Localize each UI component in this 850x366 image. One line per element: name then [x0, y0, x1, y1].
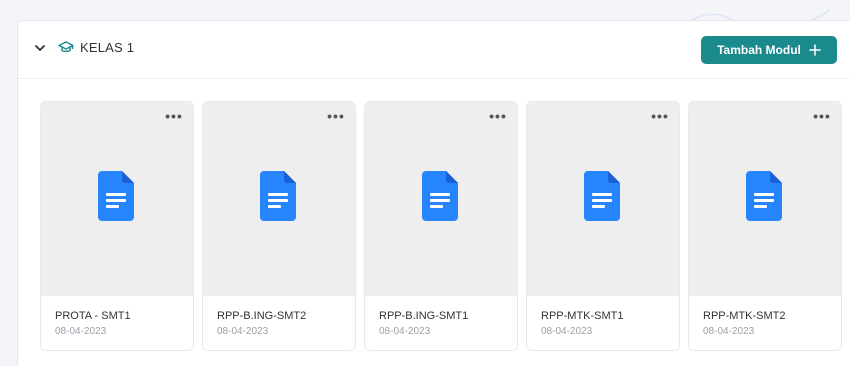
- chevron-down-icon[interactable]: [34, 42, 46, 54]
- google-docs-icon: [260, 171, 296, 221]
- google-docs-icon: [746, 171, 782, 221]
- module-card[interactable]: ••• RPP-B.ING-SMT1 08-04-2023: [364, 101, 518, 351]
- google-docs-icon: [98, 171, 134, 221]
- section-title: KELAS 1: [80, 40, 135, 55]
- module-name: RPP-B.ING-SMT1: [379, 310, 469, 322]
- more-options-icon[interactable]: •••: [813, 109, 831, 123]
- module-name: RPP-MTK-SMT2: [703, 310, 786, 322]
- module-name: RPP-B.ING-SMT2: [217, 310, 307, 322]
- module-card[interactable]: ••• RPP-MTK-SMT1 08-04-2023: [526, 101, 680, 351]
- page-top-strip: [0, 0, 850, 35]
- module-card[interactable]: ••• PROTA - SMT1 08-04-2023: [40, 101, 194, 351]
- graduation-cap-icon: [58, 41, 74, 53]
- section-header: KELAS 1 Tambah Modul: [18, 21, 850, 79]
- add-module-label: Tambah Modul: [717, 43, 801, 57]
- add-module-button[interactable]: Tambah Modul: [701, 36, 837, 64]
- module-date: 08-04-2023: [541, 326, 593, 337]
- module-card[interactable]: ••• RPP-B.ING-SMT2 08-04-2023: [202, 101, 356, 351]
- more-options-icon[interactable]: •••: [651, 109, 669, 123]
- module-name: PROTA - SMT1: [55, 310, 131, 322]
- module-card[interactable]: ••• RPP-MTK-SMT2 08-04-2023: [688, 101, 842, 351]
- module-date: 08-04-2023: [217, 326, 269, 337]
- module-date: 08-04-2023: [55, 326, 107, 337]
- more-options-icon[interactable]: •••: [327, 109, 345, 123]
- class-section-panel: KELAS 1 Tambah Modul ••• PROTA - SMT1 08…: [17, 20, 850, 366]
- google-docs-icon: [422, 171, 458, 221]
- more-options-icon[interactable]: •••: [489, 109, 507, 123]
- module-name: RPP-MTK-SMT1: [541, 310, 624, 322]
- module-date: 08-04-2023: [379, 326, 431, 337]
- more-options-icon[interactable]: •••: [165, 109, 183, 123]
- google-docs-icon: [584, 171, 620, 221]
- plus-icon: [809, 44, 821, 56]
- module-date: 08-04-2023: [703, 326, 755, 337]
